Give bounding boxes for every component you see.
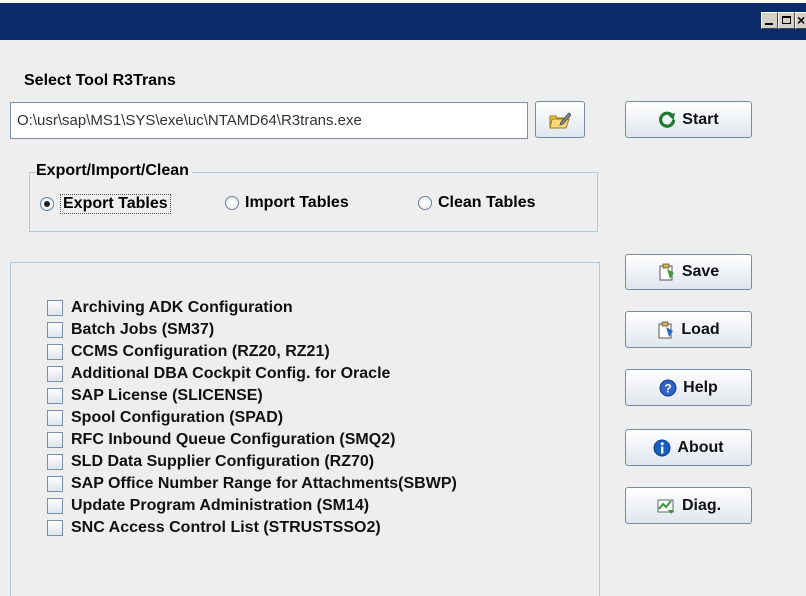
checkbox-item[interactable]: Update Program Administration (SM14) <box>47 497 369 515</box>
maximize-button[interactable] <box>778 12 795 29</box>
load-button-label: Load <box>681 320 720 338</box>
radio-button[interactable] <box>40 197 54 211</box>
r3trans-tool-window: × Select Tool R3Trans O:\usr\sap\MS1\SYS… <box>0 0 806 596</box>
checkbox-label: SNC Access Control List (STRUSTSSO2) <box>71 519 381 536</box>
group-title: Export/Import/Clean <box>36 162 192 180</box>
radio-label: Import Tables <box>245 194 349 211</box>
checkbox-item[interactable]: SAP License (SLICENSE) <box>47 387 263 405</box>
info-icon <box>653 439 671 456</box>
checkbox[interactable] <box>47 476 63 492</box>
folder-edit-icon <box>549 111 571 128</box>
select-tool-label: Select Tool R3Trans <box>24 72 176 89</box>
diag-button-label: Diag. <box>681 496 722 514</box>
radio-clean-tables[interactable]: Clean Tables <box>418 194 536 212</box>
title-bar[interactable]: × <box>0 0 806 40</box>
load-button[interactable]: Load <box>625 311 752 348</box>
checkbox[interactable] <box>47 344 63 360</box>
r3trans-path-input[interactable]: O:\usr\sap\MS1\SYS\exe\uc\NTAMD64\R3tran… <box>10 102 528 139</box>
start-button-label: Start <box>682 110 719 128</box>
clipboard-load-icon <box>658 321 674 338</box>
checkbox-item[interactable]: SLD Data Supplier Configuration (RZ70) <box>47 453 374 471</box>
checkbox-label: CCMS Configuration (RZ20, RZ21) <box>71 343 330 360</box>
checkbox-label: RFC Inbound Queue Configuration (SMQ2) <box>71 431 396 448</box>
checkbox-item[interactable]: SAP Office Number Range for Attachments(… <box>47 475 457 493</box>
checkbox-item[interactable]: Spool Configuration (SPAD) <box>47 409 283 427</box>
checkbox-item[interactable]: Additional DBA Cockpit Config. for Oracl… <box>47 365 390 383</box>
about-button-label: About <box>677 438 724 456</box>
radio-label: Export Tables <box>60 194 171 214</box>
checkbox[interactable] <box>47 498 63 514</box>
checkbox[interactable] <box>47 520 63 536</box>
checkbox-label: Spool Configuration (SPAD) <box>71 409 284 426</box>
checkbox-label: Update Program Administration (SM14) <box>71 497 370 514</box>
radio-import-tables[interactable]: Import Tables <box>225 194 349 212</box>
close-icon: × <box>797 12 806 28</box>
checkbox[interactable] <box>47 432 63 448</box>
svg-text:?: ? <box>664 381 671 395</box>
save-button[interactable]: Save <box>625 254 752 290</box>
checkbox-item[interactable]: Batch Jobs (SM37) <box>47 321 214 339</box>
minimize-icon <box>765 23 773 25</box>
checkbox-label: Batch Jobs (SM37) <box>71 321 215 338</box>
radio-button[interactable] <box>418 196 432 210</box>
about-button[interactable]: About <box>625 429 752 466</box>
checkbox[interactable] <box>47 388 63 404</box>
checkbox-label: SLD Data Supplier Configuration (RZ70) <box>71 453 375 470</box>
checkbox-item[interactable]: RFC Inbound Queue Configuration (SMQ2) <box>47 431 395 449</box>
clipboard-save-icon <box>659 263 674 281</box>
radio-export-tables[interactable]: Export Tables <box>40 194 171 214</box>
checkbox-label: Archiving ADK Configuration <box>71 299 293 316</box>
help-icon: ? <box>659 379 677 396</box>
diagnostics-icon <box>657 499 674 514</box>
checkbox-label: SAP License (SLICENSE) <box>71 387 263 404</box>
checkbox[interactable] <box>47 366 63 382</box>
checkbox[interactable] <box>47 410 63 426</box>
radio-label: Clean Tables <box>438 194 536 211</box>
checkbox[interactable] <box>47 300 63 316</box>
start-button[interactable]: Start <box>625 101 752 138</box>
close-button[interactable]: × <box>795 12 806 29</box>
checkbox-label: Additional DBA Cockpit Config. for Oracl… <box>71 365 391 382</box>
radio-button[interactable] <box>225 196 239 210</box>
checkbox-item[interactable]: SNC Access Control List (STRUSTSSO2) <box>47 519 381 537</box>
help-button[interactable]: ? Help <box>625 369 752 406</box>
minimize-button[interactable] <box>761 12 778 29</box>
checkbox[interactable] <box>47 454 63 470</box>
checkbox-item[interactable]: Archiving ADK Configuration <box>47 299 293 317</box>
save-button-label: Save <box>681 263 720 280</box>
browse-button[interactable] <box>535 101 585 138</box>
help-button-label: Help <box>683 378 718 396</box>
diag-button[interactable]: Diag. <box>625 487 752 524</box>
maximize-icon <box>782 16 791 24</box>
refresh-icon <box>659 111 676 128</box>
checkbox-label: SAP Office Number Range for Attachments(… <box>71 475 457 492</box>
checkbox-item[interactable]: CCMS Configuration (RZ20, RZ21) <box>47 343 330 361</box>
checkbox[interactable] <box>47 322 63 338</box>
